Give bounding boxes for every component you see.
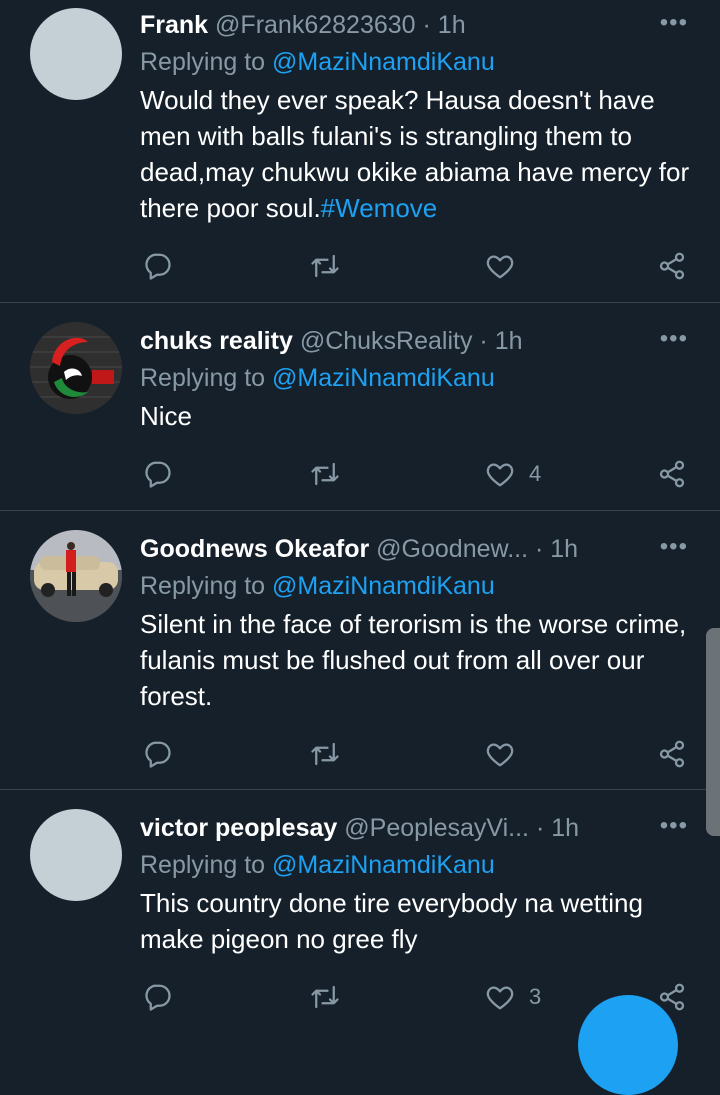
tweet-text: This country done tire everybody na wett… bbox=[140, 885, 690, 957]
more-options-icon[interactable]: ••• bbox=[660, 324, 688, 354]
share-button[interactable] bbox=[657, 734, 687, 774]
like-count: 4 bbox=[529, 461, 542, 486]
more-options-icon[interactable]: ••• bbox=[660, 811, 688, 841]
tweet[interactable]: Goodnews Okeafor @Goodnew... · 1h ••• Re… bbox=[0, 524, 720, 789]
reply-button[interactable] bbox=[142, 734, 172, 774]
tweet-text: Nice bbox=[140, 398, 690, 434]
author-name[interactable]: Frank bbox=[140, 11, 208, 39]
separator-dot: · bbox=[422, 11, 431, 39]
retweet-button[interactable] bbox=[310, 977, 340, 1017]
heart-icon bbox=[486, 463, 514, 487]
compose-tweet-button[interactable] bbox=[578, 995, 678, 1095]
timestamp[interactable]: 1h bbox=[551, 814, 579, 842]
tweet[interactable]: Frank @Frank62823630 · 1h ••• Replying t… bbox=[0, 0, 720, 302]
avatar[interactable] bbox=[30, 8, 122, 100]
avatar[interactable] bbox=[30, 322, 122, 414]
mention-link[interactable]: @MaziNnamdiKanu bbox=[272, 572, 495, 600]
retweet-icon bbox=[311, 985, 339, 1009]
retweet-icon bbox=[311, 254, 339, 278]
retweet-icon bbox=[311, 742, 339, 766]
avatar[interactable] bbox=[30, 809, 122, 901]
reply-icon bbox=[145, 253, 171, 280]
author-handle[interactable]: @Goodnew... bbox=[376, 535, 528, 563]
author-name[interactable]: victor peoplesay bbox=[140, 814, 337, 842]
separator-dot: · bbox=[535, 814, 545, 842]
author-name[interactable]: Goodnews Okeafor bbox=[140, 535, 369, 563]
share-icon bbox=[659, 252, 685, 280]
divider bbox=[0, 302, 720, 303]
avatar[interactable] bbox=[30, 530, 122, 622]
reply-icon bbox=[145, 741, 171, 768]
like-button[interactable] bbox=[485, 734, 529, 774]
tweet-text: Silent in the face of terorism is the wo… bbox=[140, 606, 690, 714]
author-handle[interactable]: @ChuksReality bbox=[300, 327, 473, 355]
tweet-body: Silent in the face of terorism is the wo… bbox=[140, 609, 687, 711]
separator-dot: · bbox=[534, 535, 544, 563]
retweet-button[interactable] bbox=[310, 734, 340, 774]
mention-link[interactable]: @MaziNnamdiKanu bbox=[272, 364, 495, 392]
replying-label: Replying to bbox=[140, 364, 273, 392]
replying-to: Replying to @MaziNnamdiKanu bbox=[140, 45, 495, 79]
retweet-button[interactable] bbox=[310, 246, 340, 286]
person-photo-icon bbox=[30, 530, 122, 622]
share-icon bbox=[659, 740, 685, 768]
share-icon bbox=[659, 460, 685, 488]
retweet-button[interactable] bbox=[310, 454, 340, 494]
scrollbar[interactable] bbox=[706, 628, 720, 836]
heart-icon bbox=[486, 986, 514, 1010]
like-count: 3 bbox=[529, 984, 542, 1009]
replying-to: Replying to @MaziNnamdiKanu bbox=[140, 361, 495, 395]
mention-link[interactable]: @MaziNnamdiKanu bbox=[272, 851, 495, 879]
like-button[interactable] bbox=[485, 246, 529, 286]
like-button[interactable]: 4 bbox=[485, 454, 541, 494]
timestamp[interactable]: 1h bbox=[438, 11, 466, 39]
tweet-body: This country done tire everybody na wett… bbox=[140, 888, 643, 954]
action-bar bbox=[0, 246, 720, 286]
tweet-text: Would they ever speak? Hausa doesn't hav… bbox=[140, 82, 690, 226]
more-options-icon[interactable]: ••• bbox=[660, 532, 688, 562]
author-name[interactable]: chuks reality bbox=[140, 327, 293, 355]
more-options-icon[interactable]: ••• bbox=[660, 8, 688, 38]
mention-link[interactable]: @MaziNnamdiKanu bbox=[272, 48, 495, 76]
reply-icon bbox=[145, 461, 171, 488]
divider bbox=[0, 789, 720, 790]
replying-label: Replying to bbox=[140, 851, 273, 879]
tweet-header: Frank @Frank62823630 · 1h bbox=[140, 8, 630, 42]
author-handle[interactable]: @Frank62823630 bbox=[215, 11, 416, 39]
action-bar bbox=[0, 734, 720, 774]
tweet-header: chuks reality @ChuksReality · 1h bbox=[140, 324, 630, 358]
reply-button[interactable] bbox=[142, 977, 172, 1017]
divider bbox=[0, 510, 720, 511]
tweet-body: Nice bbox=[140, 401, 193, 431]
timestamp[interactable]: 1h bbox=[550, 535, 578, 563]
flag-logo-icon bbox=[30, 322, 122, 414]
heart-icon bbox=[486, 743, 514, 767]
heart-icon bbox=[486, 255, 514, 279]
reply-icon bbox=[145, 984, 171, 1011]
share-button[interactable] bbox=[657, 454, 687, 494]
hashtag-link[interactable]: #Wemove bbox=[321, 193, 438, 223]
action-bar: 4 bbox=[0, 454, 720, 494]
replying-to: Replying to @MaziNnamdiKanu bbox=[140, 569, 495, 603]
reply-button[interactable] bbox=[142, 454, 172, 494]
tweet[interactable]: victor peoplesay @PeoplesayVi... · 1h ••… bbox=[0, 803, 720, 1017]
replying-to: Replying to @MaziNnamdiKanu bbox=[140, 848, 495, 882]
timestamp[interactable]: 1h bbox=[495, 327, 523, 355]
tweet-header: Goodnews Okeafor @Goodnew... · 1h bbox=[140, 532, 630, 566]
reply-button[interactable] bbox=[142, 246, 172, 286]
tweet[interactable]: chuks reality @ChuksReality · 1h ••• Rep… bbox=[0, 316, 720, 510]
author-handle[interactable]: @PeoplesayVi... bbox=[344, 814, 529, 842]
like-button[interactable]: 3 bbox=[485, 977, 541, 1017]
replying-label: Replying to bbox=[140, 48, 273, 76]
replying-label: Replying to bbox=[140, 572, 273, 600]
tweet-header: victor peoplesay @PeoplesayVi... · 1h bbox=[140, 811, 630, 845]
separator-dot: · bbox=[479, 327, 488, 355]
share-button[interactable] bbox=[657, 246, 687, 286]
retweet-icon bbox=[311, 462, 339, 486]
